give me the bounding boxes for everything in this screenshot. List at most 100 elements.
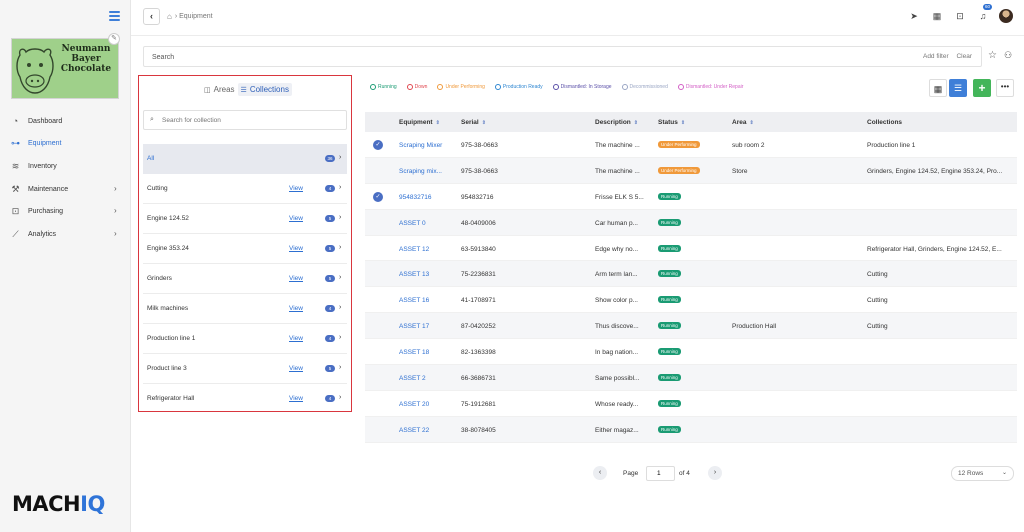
cell-equipment[interactable]: ASSET 0 (399, 220, 426, 227)
collection-search-input[interactable] (162, 114, 342, 127)
table-row[interactable]: ASSET 18 82-1363398 In bag nation... Runnin… (365, 339, 1017, 366)
table-row[interactable]: ASSET 16 41-1708971 Show color p... Running… (365, 287, 1017, 314)
bell-icon[interactable]: ♫ 60 (976, 4, 993, 23)
dashboard-icon: ◔ (12, 115, 19, 126)
cell-equipment[interactable]: 954832716 (399, 194, 432, 201)
legend-item[interactable]: Dismantled: In Storage (552, 84, 612, 90)
sidebar-item-inventory[interactable]: ≋ Inventory (0, 155, 131, 178)
collection-item[interactable]: Refrigerator Hall View 4 › (143, 384, 347, 411)
cell-equipment[interactable]: Scraping Mixer (399, 142, 442, 149)
sidebar-item-dashboard[interactable]: ◔ Dashboard (0, 110, 131, 133)
collections-panel: ◫Areas ☰Collections ⌕ All 36 › Cutting View 4… (138, 75, 352, 412)
row-check-icon[interactable]: ✓ (373, 140, 383, 150)
column-header-serial[interactable]: Serial ⇕ (461, 119, 486, 126)
collection-item[interactable]: Engine 124.52 View 5 › (143, 204, 347, 234)
next-page-button[interactable]: › (708, 466, 722, 480)
tab-collections[interactable]: ☰ Collections (237, 83, 292, 96)
legend-item[interactable]: Production Ready (494, 84, 543, 90)
clear-link[interactable]: Clear (956, 53, 972, 60)
add-filter-link[interactable]: Add filter (923, 53, 949, 60)
table-row[interactable]: ASSET 12 63-5913840 Edge why no... Running R… (365, 236, 1017, 262)
sort-icon[interactable]: ⇕ (634, 120, 638, 126)
cart-icon[interactable]: ⊡ (953, 9, 967, 23)
collection-item[interactable]: Cutting View 4 › (143, 174, 347, 204)
view-collection-link[interactable]: View (289, 275, 303, 282)
table-row[interactable]: ASSET 13 75-2236831 Arm term lan... Running… (365, 261, 1017, 288)
sidebar-item-equipment[interactable]: ⊶ Equipment (0, 133, 131, 156)
prev-page-button[interactable]: ‹ (593, 466, 607, 480)
collection-item[interactable]: Grinders View 5 › (143, 264, 347, 294)
sort-icon[interactable]: ⇕ (436, 120, 440, 126)
sort-icon[interactable]: ⇕ (482, 120, 486, 126)
collection-item[interactable]: Milk machines View 4 › (143, 294, 347, 324)
back-button[interactable]: ‹ (143, 8, 160, 25)
sort-icon[interactable]: ⇕ (749, 120, 753, 126)
collection-count-badge: 4 (325, 185, 335, 192)
cell-equipment[interactable]: ASSET 20 (399, 401, 429, 408)
table-row[interactable]: ASSET 2 66-3686731 Same possibl... Running (365, 365, 1017, 391)
cell-equipment[interactable]: ASSET 17 (399, 323, 429, 330)
table-row[interactable]: ASSET 17 87-0420252 Thus discove... Running… (365, 313, 1017, 340)
row-check-icon[interactable]: ✓ (373, 191, 383, 202)
sidebar-item-maintenance[interactable]: ⚒ Maintenance › (0, 178, 131, 201)
home-icon[interactable]: ⌂ (167, 12, 172, 21)
person-search-icon[interactable]: ⚇ (1004, 50, 1012, 61)
chevron-right-icon: › (339, 243, 342, 251)
cell-equipment[interactable]: ASSET 13 (399, 271, 429, 278)
cell-equipment[interactable]: ASSET 22 (399, 427, 429, 434)
collection-item[interactable]: Engine 353.24 View 5 › (143, 234, 347, 264)
view-collection-link[interactable]: View (289, 245, 303, 252)
table-row[interactable]: ASSET 22 38-8078405 Either magaz... Running (365, 416, 1017, 443)
column-header-equipment[interactable]: Equipment ⇕ (399, 119, 440, 126)
cell-equipment[interactable]: ASSET 12 (399, 246, 429, 253)
table-row[interactable]: ASSET 0 48-0409006 Car human p... Running (365, 209, 1017, 236)
star-icon[interactable]: ☆ (988, 50, 997, 61)
legend-item[interactable]: Down (406, 84, 427, 90)
edit-logo-icon[interactable]: ✎ (108, 33, 120, 45)
legend-item[interactable]: Running (370, 84, 397, 90)
view-collection-link[interactable]: View (289, 395, 303, 402)
column-header-collections[interactable]: Collections (867, 119, 902, 126)
view-collection-link[interactable]: View (289, 335, 303, 342)
hamburger-menu-icon[interactable] (109, 11, 120, 21)
table-row[interactable]: ASSET 20 75-1912681 Whose ready... Running (365, 391, 1017, 417)
breadcrumb-current: Equipment (179, 13, 213, 20)
view-collection-link[interactable]: View (289, 185, 303, 192)
tab-areas[interactable]: ◫ Areas (201, 83, 238, 96)
view-collection-link[interactable]: View (289, 215, 303, 222)
sidebar-item-analytics[interactable]: ⟋ Analytics › (0, 223, 131, 246)
view-collection-link[interactable]: View (289, 365, 303, 372)
column-header-status[interactable]: Status ⇕ (658, 119, 685, 126)
news-icon[interactable]: ▦ (930, 9, 944, 23)
grid-view-button[interactable]: ▦ (929, 79, 947, 97)
page-input[interactable] (646, 466, 675, 481)
cell-description: Either magaz... (595, 426, 639, 434)
collection-item[interactable]: Product line 3 View 5 › (143, 354, 347, 384)
cell-serial: 66-3686731 (461, 375, 496, 383)
table-row[interactable]: Scraping mix... 975-38-0663 The machine ..… (365, 157, 1017, 184)
chevron-right-icon: › (339, 153, 342, 161)
send-icon[interactable]: ➤ (907, 9, 921, 23)
view-collection-link[interactable]: View (289, 305, 303, 312)
cell-equipment[interactable]: ASSET 18 (399, 349, 429, 356)
cell-equipment[interactable]: Scraping mix... (399, 168, 442, 175)
add-equipment-button[interactable]: + (973, 79, 991, 97)
legend-item[interactable]: Dismantled: Under Repair (677, 84, 743, 90)
collection-item[interactable]: All 36 › (143, 144, 347, 174)
sidebar-item-purchasing[interactable]: ⊡ Purchasing › (0, 200, 131, 223)
legend-item[interactable]: Decommissioned (621, 84, 668, 90)
list-view-button[interactable]: ☰ (949, 79, 967, 97)
sort-icon[interactable]: ⇕ (681, 120, 685, 126)
rows-per-page-select[interactable]: 12 Rows ⌄ (951, 466, 1014, 481)
more-options-button[interactable]: ••• (996, 79, 1014, 97)
cell-equipment[interactable]: ASSET 16 (399, 297, 429, 304)
column-header-area[interactable]: Area ⇕ (732, 119, 754, 126)
collection-item[interactable]: Production line 1 View 4 › (143, 324, 347, 354)
table-row[interactable]: ✓ Scraping Mixer 975-38-0663 The machine ..… (365, 132, 1017, 158)
table-row[interactable]: ✓ 954832716 954832716 Frisse ELK S 5... Runn… (365, 184, 1017, 210)
legend-item[interactable]: Under Performing (437, 84, 485, 90)
cell-equipment[interactable]: ASSET 2 (399, 375, 426, 382)
filter-search-bar[interactable]: Search Add filter Clear (143, 46, 982, 67)
column-header-description[interactable]: Description ⇕ (595, 119, 638, 126)
avatar[interactable] (999, 9, 1013, 23)
